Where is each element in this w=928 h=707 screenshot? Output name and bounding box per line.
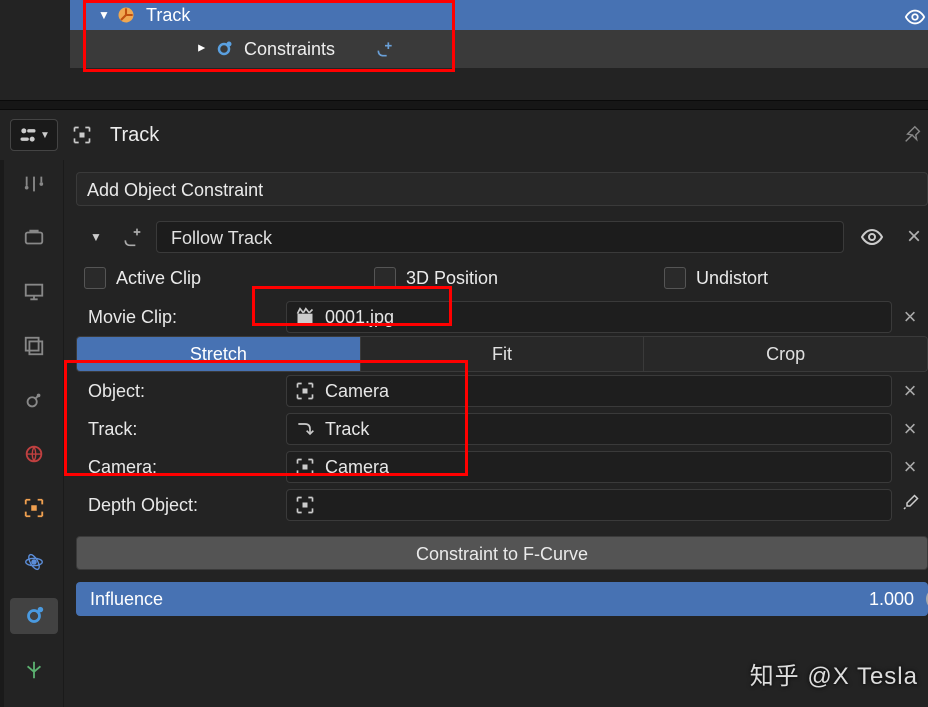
depth-object-field[interactable] — [286, 489, 892, 521]
properties-tab-sidebar — [0, 160, 64, 707]
breadcrumb-title: Track — [110, 124, 159, 147]
watermark: 知乎 @X Tesla — [750, 656, 918, 691]
chevron-right-icon[interactable]: ▼ — [194, 44, 208, 54]
track-path-icon — [295, 419, 315, 439]
active-clip-checkbox[interactable] — [84, 267, 106, 289]
empty-axes-icon — [116, 5, 136, 25]
clear-object-button[interactable]: × — [892, 378, 928, 404]
tab-render[interactable] — [10, 220, 58, 256]
delete-constraint-button[interactable]: × — [900, 223, 928, 251]
editor-type-dropdown[interactable]: ▼ — [10, 119, 58, 151]
constraint-icon — [214, 39, 234, 59]
tab-constraints[interactable] — [10, 598, 58, 634]
pin-icon[interactable] — [902, 124, 924, 146]
tab-world[interactable] — [10, 436, 58, 472]
movie-clip-field[interactable]: 0001.jpg — [286, 301, 892, 333]
mute-constraint-button[interactable] — [858, 223, 886, 251]
movie-clip-value: 0001.jpg — [325, 307, 394, 328]
camera-field[interactable]: Camera — [286, 451, 892, 483]
object-empty-icon — [295, 495, 315, 515]
tab-stretch[interactable]: Stretch — [77, 337, 361, 371]
object-label: Object: — [76, 381, 286, 402]
tab-object[interactable] — [10, 490, 58, 526]
frame-method-tabs: Stretch Fit Crop — [76, 336, 928, 372]
tab-tool[interactable] — [10, 166, 58, 202]
tab-physics[interactable] — [10, 544, 58, 580]
camera-icon — [295, 457, 315, 477]
tab-fit[interactable]: Fit — [361, 337, 645, 371]
panel-divider[interactable] — [0, 100, 928, 110]
constraint-panel: Add Object Constraint ▼ Follow Track × A… — [64, 160, 928, 707]
constraint-name-input[interactable]: Follow Track — [156, 221, 844, 253]
depth-object-label: Depth Object: — [76, 495, 286, 516]
tab-scene[interactable] — [10, 382, 58, 418]
tab-viewlayer[interactable] — [10, 328, 58, 364]
camera-value: Camera — [325, 457, 389, 478]
track-empty-icon — [72, 125, 92, 145]
camera-object-icon — [295, 381, 315, 401]
add-constraint-icon[interactable] — [375, 39, 395, 59]
active-clip-label: Active Clip — [116, 268, 201, 289]
undistort-label: Undistort — [696, 268, 768, 289]
tab-data[interactable] — [10, 652, 58, 688]
outliner-child-label: Constraints — [244, 39, 335, 60]
clear-camera-button[interactable]: × — [892, 454, 928, 480]
outliner-item-track[interactable]: ▼ Track — [70, 0, 928, 30]
object-value: Camera — [325, 381, 389, 402]
constraint-to-fcurve-button[interactable]: Constraint to F-Curve — [76, 536, 928, 570]
clear-movie-clip-button[interactable]: × — [892, 304, 928, 330]
outliner-panel: ▼ Track ▼ Constraints — [0, 0, 928, 100]
chevron-down-icon[interactable]: ▼ — [98, 8, 108, 22]
panel-chevron-down-icon[interactable]: ▼ — [90, 230, 100, 244]
camera-label: Camera: — [76, 457, 286, 478]
influence-slider[interactable]: Influence 1.000 — [76, 582, 928, 616]
track-label: Track: — [76, 419, 286, 440]
3d-position-label: 3D Position — [406, 268, 498, 289]
clear-track-button[interactable]: × — [892, 416, 928, 442]
properties-header: ▼ Track — [0, 110, 928, 160]
undistort-checkbox[interactable] — [664, 267, 686, 289]
eyedropper-button[interactable] — [892, 492, 928, 518]
add-constraint-dropdown[interactable]: Add Object Constraint — [76, 172, 928, 206]
3d-position-checkbox[interactable] — [374, 267, 396, 289]
influence-value: 1.000 — [869, 589, 914, 610]
object-field[interactable]: Camera — [286, 375, 892, 407]
track-field[interactable]: Track — [286, 413, 892, 445]
tab-output[interactable] — [10, 274, 58, 310]
sliders-icon — [18, 125, 38, 145]
follow-track-icon — [122, 227, 142, 247]
tab-crop[interactable]: Crop — [644, 337, 927, 371]
track-value: Track — [325, 419, 369, 440]
movie-clip-label: Movie Clip: — [76, 307, 286, 328]
clip-icon — [295, 307, 315, 327]
influence-label: Influence — [90, 589, 163, 610]
outliner-item-label: Track — [146, 5, 190, 26]
visibility-icon[interactable] — [904, 6, 926, 28]
outliner-item-constraints[interactable]: ▼ Constraints — [70, 30, 928, 68]
